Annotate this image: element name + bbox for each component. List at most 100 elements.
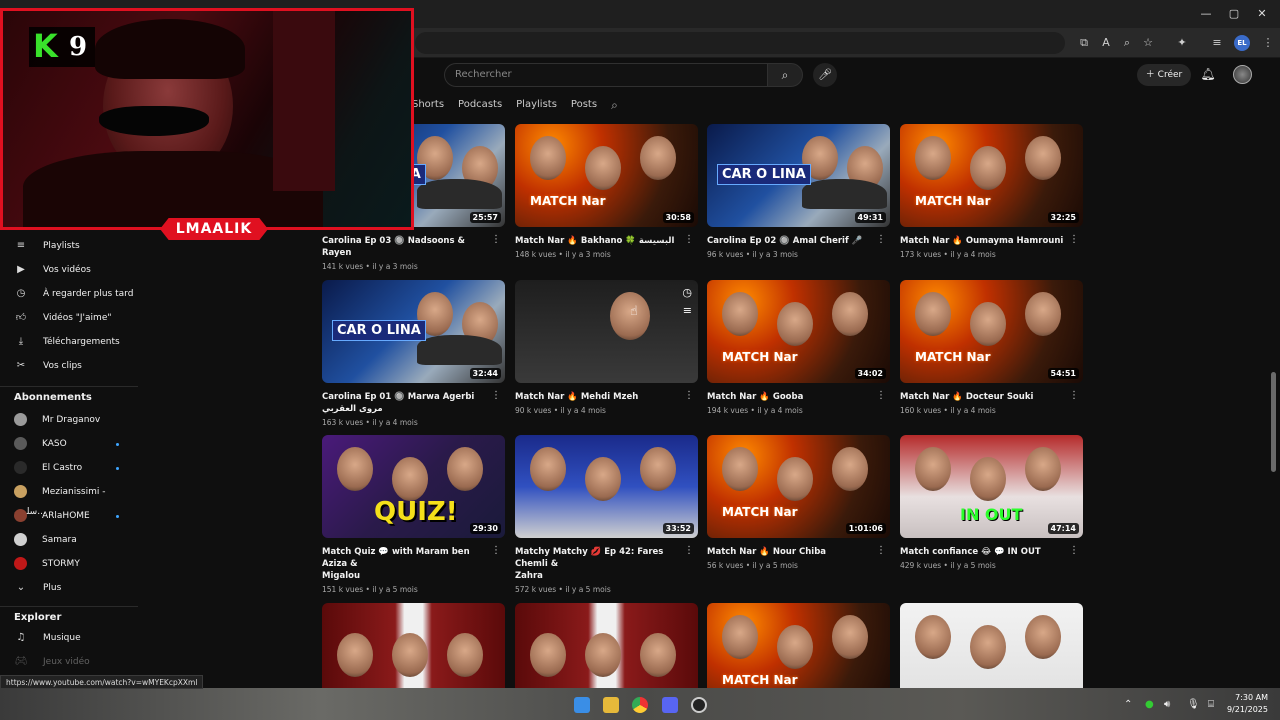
video-card[interactable]: MATCH Nar 30:58 Match Nar 🔥 Bakhano 🍀 البس… xyxy=(515,124,698,259)
clock-date[interactable]: 9/21/2025 xyxy=(1222,705,1268,714)
close-button[interactable]: ✕ xyxy=(1252,4,1272,24)
extensions-icon[interactable]: ✦ xyxy=(1174,35,1190,51)
search-input[interactable]: Rechercher xyxy=(444,63,767,87)
video-thumbnail[interactable]: CAR O LINA 32:44 xyxy=(322,280,505,383)
tab-shorts[interactable]: Shorts xyxy=(412,96,444,116)
video-card[interactable]: 33:52 Matchy Matchy 💋 Ep 42: Fares Chemli… xyxy=(515,435,698,594)
notifications-icon[interactable]: 🔔︎ xyxy=(1200,66,1216,82)
network-icon[interactable]: ⌸ xyxy=(1208,699,1214,710)
video-thumbnail[interactable]: MATCH Nar 32:25 xyxy=(900,124,1083,227)
video-title[interactable]: Match Nar 🔥 Bakhano 🍀 البسيسة xyxy=(515,235,685,247)
reading-list-icon[interactable]: ≡ xyxy=(1209,35,1225,51)
discord-icon[interactable] xyxy=(662,697,678,713)
more-options-icon[interactable]: ⋮ xyxy=(1069,546,1079,556)
video-thumbnail[interactable]: MATCH Nar 30:58 xyxy=(515,124,698,227)
video-thumbnail[interactable]: QUIZ! 29:30 xyxy=(322,435,505,538)
more-options-icon[interactable]: ⋮ xyxy=(876,391,886,401)
mic-tray-icon[interactable]: 🎙︎ xyxy=(1187,699,1200,710)
video-thumbnail[interactable]: MATCH Nar 54:51 xyxy=(900,280,1083,383)
subscription-item[interactable]: STORMY xyxy=(14,554,80,574)
sidebar-item-playlist[interactable]: ≡ Playlists xyxy=(14,236,80,256)
show-more-button[interactable]: ⌄ Plus xyxy=(14,578,62,598)
minimize-button[interactable]: — xyxy=(1196,4,1216,24)
video-thumbnail[interactable]: IN OUT 47:14 xyxy=(900,435,1083,538)
video-card[interactable]: CAR O LINA 32:44 Carolina Ep 01 🔘 Marwa Ag… xyxy=(322,280,505,427)
subscription-item[interactable]: Samara xyxy=(14,530,77,550)
more-options-icon[interactable]: ⋮ xyxy=(684,391,694,401)
search-icon[interactable]: ⌕ xyxy=(611,96,618,116)
more-options-icon[interactable]: ⋮ xyxy=(876,235,886,245)
video-card[interactable]: MATCH Nar 32:25 Match Nar 🔥 Oumayma Hamrou… xyxy=(900,124,1083,259)
volume-icon[interactable]: 🔊︎ xyxy=(1164,699,1170,710)
subscription-item[interactable]: KASO xyxy=(14,434,67,454)
sidebar-item-clock[interactable]: ◷ À regarder plus tard xyxy=(14,284,134,304)
subscription-item[interactable]: El Castro xyxy=(14,458,82,478)
video-title[interactable]: Match Nar 🔥 Docteur Souki xyxy=(900,391,1070,403)
video-title[interactable]: Carolina Ep 02 🔘 Amal Cherif 🎤 xyxy=(707,235,877,247)
zoom-icon[interactable]: ⌕ xyxy=(1119,35,1135,51)
video-title[interactable]: Carolina Ep 01 🔘 Marwa Agerbi مروى العقر… xyxy=(322,391,492,415)
more-options-icon[interactable]: ⋮ xyxy=(1069,235,1079,245)
video-card[interactable]: QUIZ! 29:30 Match Quiz 💬 with Maram ben Az… xyxy=(322,435,505,594)
video-title[interactable]: Carolina Ep 03 🔘 Nadsoons & Rayen xyxy=(322,235,492,259)
tab-posts[interactable]: Posts xyxy=(571,96,597,116)
voice-search-button[interactable]: 🎤︎ xyxy=(813,63,837,87)
video-thumbnail[interactable]: ◷ ≡ xyxy=(515,280,698,383)
file-explorer-icon[interactable] xyxy=(603,697,619,713)
create-button[interactable]: ＋ Créer xyxy=(1137,64,1191,86)
more-options-icon[interactable]: ⋮ xyxy=(1069,391,1079,401)
subscription-item[interactable]: Mr Draganov xyxy=(14,410,100,430)
subscription-item[interactable]: Mezianissimi - سلمى... xyxy=(14,482,140,517)
more-options-icon[interactable]: ⋮ xyxy=(684,235,694,245)
tab-playlists[interactable]: Playlists xyxy=(516,96,557,116)
chevron-up-icon[interactable]: ⌃ xyxy=(1124,699,1132,710)
more-options-icon[interactable]: ⋮ xyxy=(491,391,501,401)
tab-podcasts[interactable]: Podcasts xyxy=(458,96,502,116)
sidebar-item-thumbs-up[interactable]: 👍︎ Vidéos "J'aime" xyxy=(14,308,112,328)
maximize-button[interactable]: ▢ xyxy=(1224,4,1244,24)
search-button[interactable]: ⌕ xyxy=(767,63,803,87)
sidebar-item-video[interactable]: ▶ Vos vidéos xyxy=(14,260,91,280)
scrollbar[interactable] xyxy=(1271,372,1276,472)
video-thumbnail[interactable]: CAR O LINA 49:31 xyxy=(707,124,890,227)
video-card[interactable]: IN OUT 47:14 Match confiance 😂 💬 IN OUT 429… xyxy=(900,435,1083,570)
subscription-item[interactable]: ARlaHOME xyxy=(14,506,90,526)
menu-icon[interactable]: ⋮ xyxy=(1260,35,1276,51)
obs-icon[interactable] xyxy=(691,697,707,713)
more-options-icon[interactable]: ⋮ xyxy=(876,546,886,556)
video-card[interactable]: MATCH Nar 1:01:06 Match Nar 🔥 Nour Chiba 56… xyxy=(707,435,890,570)
video-card[interactable]: CAR O LINA 49:31 Carolina Ep 02 🔘 Amal Che… xyxy=(707,124,890,259)
url-field[interactable] xyxy=(415,32,1065,54)
chrome-icon[interactable] xyxy=(632,697,648,713)
profile-badge[interactable]: EL xyxy=(1234,35,1250,51)
video-card[interactable]: MATCH Nar 34:02 Match Nar 🔥 Gooba 194 k vue… xyxy=(707,280,890,415)
video-title[interactable]: Match Quiz 💬 with Maram ben Aziza & Miga… xyxy=(322,546,492,582)
star-icon[interactable]: ☆ xyxy=(1140,35,1156,51)
sidebar-item-gamepad[interactable]: 🎮︎ Jeux vidéo xyxy=(14,652,90,672)
video-title[interactable]: Match confiance 😂 💬 IN OUT xyxy=(900,546,1070,558)
more-options-icon[interactable]: ⋮ xyxy=(684,546,694,556)
video-title[interactable]: Match Nar 🔥 Oumayma Hamrouni xyxy=(900,235,1070,247)
video-thumbnail[interactable]: 33:52 xyxy=(515,435,698,538)
video-title[interactable]: Match Nar 🔥 Mehdi Mzeh xyxy=(515,391,685,403)
add-to-queue-icon[interactable]: ≡ xyxy=(683,304,692,317)
video-title[interactable]: Match Nar 🔥 Gooba xyxy=(707,391,877,403)
video-card[interactable]: ◷ ≡ Match Nar 🔥 Mehdi Mzeh 90 k vues • il y… xyxy=(515,280,698,415)
sidebar-item-download[interactable]: ⤓ Téléchargements xyxy=(14,332,120,352)
thumbnail-text: QUIZ! xyxy=(374,497,458,527)
sidebar-item-music[interactable]: ♫ Musique xyxy=(14,628,81,648)
sidebar-item-scissors[interactable]: ✂ Vos clips xyxy=(14,356,82,376)
more-options-icon[interactable]: ⋮ xyxy=(491,546,501,556)
clock-time[interactable]: 7:30 AM xyxy=(1228,693,1268,702)
video-card[interactable]: MATCH Nar 54:51 Match Nar 🔥 Docteur Souki 1… xyxy=(900,280,1083,415)
more-options-icon[interactable]: ⋮ xyxy=(491,235,501,245)
cast-icon[interactable]: ⧉ xyxy=(1076,35,1092,51)
video-title[interactable]: Matchy Matchy 💋 Ep 42: Fares Chemli & Za… xyxy=(515,546,685,582)
video-thumbnail[interactable]: MATCH Nar 34:02 xyxy=(707,280,890,383)
watch-later-icon[interactable]: ◷ xyxy=(682,286,692,299)
video-title[interactable]: Match Nar 🔥 Nour Chiba xyxy=(707,546,877,558)
windows-start-icon[interactable] xyxy=(574,697,590,713)
translate-icon[interactable]: A xyxy=(1098,35,1114,51)
account-avatar[interactable] xyxy=(1233,65,1252,84)
video-thumbnail[interactable]: MATCH Nar 1:01:06 xyxy=(707,435,890,538)
